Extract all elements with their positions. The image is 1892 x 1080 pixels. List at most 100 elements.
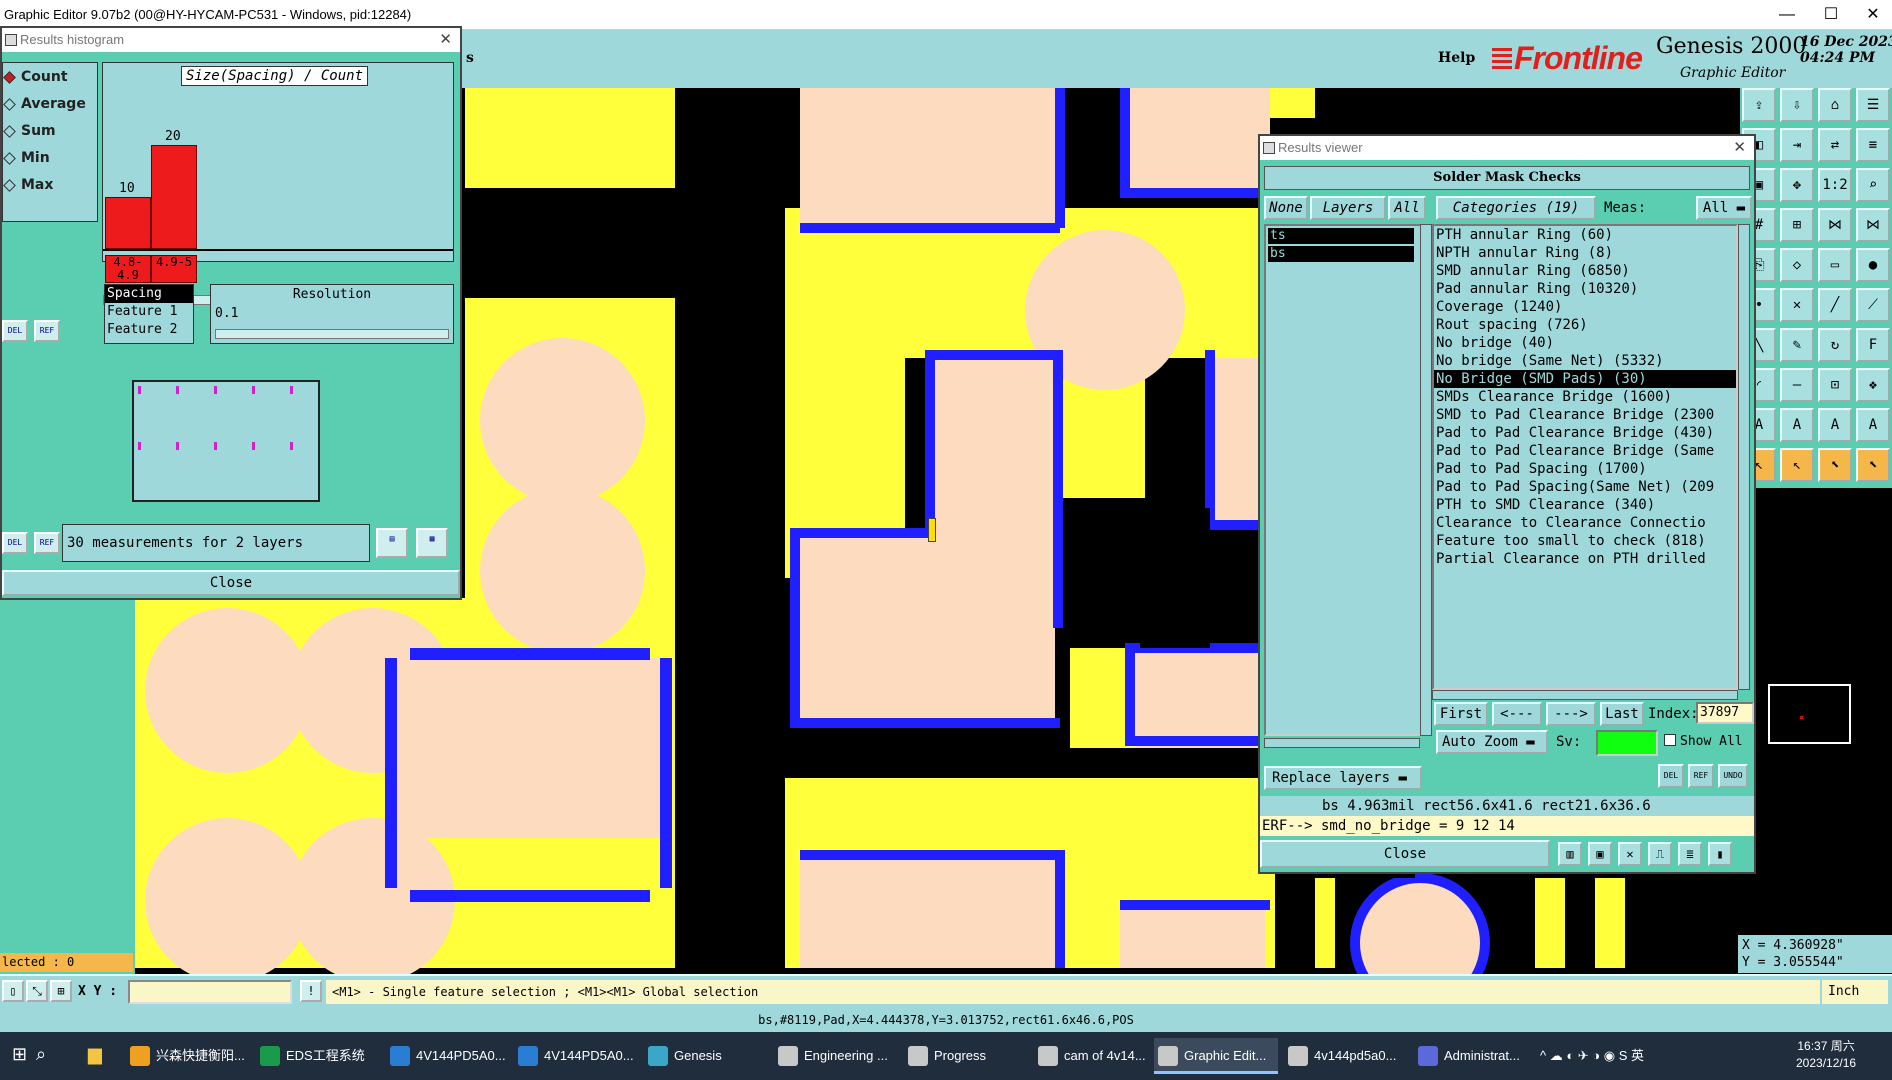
search-icon[interactable]: ⌕ xyxy=(36,1044,46,1065)
tool-snap-icon[interactable]: ⊞ xyxy=(1780,208,1814,242)
tool-pick-icon[interactable]: ⬉ xyxy=(1818,448,1852,482)
layer-item[interactable]: ts xyxy=(1268,228,1414,244)
categories-button[interactable]: Categories (19) xyxy=(1436,196,1596,220)
measure-item[interactable]: Spacing xyxy=(105,285,193,303)
tool-font-icon[interactable]: F xyxy=(1856,328,1890,362)
tool-line-icon[interactable]: ╱ xyxy=(1818,288,1852,322)
autozoom-dropdown[interactable]: Auto Zoom ▬ xyxy=(1436,730,1548,754)
histogram-close-button[interactable]: Close xyxy=(2,570,460,596)
results-viewer-close-button[interactable]: Close xyxy=(1260,840,1550,868)
histogram-icon[interactable]: ▮ xyxy=(1708,842,1732,866)
unit-selector[interactable]: Inch xyxy=(1822,980,1888,1004)
index-field[interactable]: 37897 xyxy=(1696,702,1754,724)
category-item[interactable]: Pad to Pad Spacing (1700) xyxy=(1434,460,1736,478)
report-icon[interactable]: ≣ xyxy=(1678,842,1702,866)
tool-link-icon[interactable]: ⋈ xyxy=(1856,208,1890,242)
measure-item[interactable]: Feature 2 xyxy=(105,321,193,339)
severity-color-picker[interactable] xyxy=(1596,730,1658,756)
tool-minus-icon[interactable]: — xyxy=(1780,368,1814,402)
category-item[interactable]: PTH annular Ring (60) xyxy=(1434,226,1736,244)
category-item[interactable]: Pad to Pad Spacing(Same Net) (209 xyxy=(1434,478,1736,496)
prev-button[interactable]: <--- xyxy=(1492,702,1542,726)
layers-list[interactable]: ts bs xyxy=(1264,224,1422,736)
info-icon[interactable]: ! xyxy=(300,980,322,1002)
clock[interactable]: 16:37 周六 2023/12/16 xyxy=(1796,1038,1856,1072)
close-icon[interactable]: ✕ xyxy=(439,28,452,52)
tool-list-icon[interactable]: ☰ xyxy=(1856,88,1890,122)
tool-multi-select-icon[interactable]: ⬉ xyxy=(1856,448,1890,482)
tool-net-icon[interactable]: ⋈ xyxy=(1818,208,1852,242)
replace-layers-dropdown[interactable]: Replace layers ▬ xyxy=(1264,766,1422,790)
categories-scrollbar[interactable] xyxy=(1738,224,1750,690)
tool-sort-icon[interactable]: ≡ xyxy=(1856,128,1890,162)
category-item[interactable]: SMD to Pad Clearance Bridge (2300 xyxy=(1434,406,1736,424)
taskbar-item[interactable]: Graphic Edit... xyxy=(1154,1038,1278,1074)
maximize-button[interactable]: ☐ xyxy=(1814,3,1848,27)
minimap[interactable] xyxy=(1768,684,1851,744)
taskbar-item[interactable]: Progress xyxy=(904,1038,1028,1074)
layer-item[interactable]: bs xyxy=(1268,246,1414,262)
taskbar-item[interactable]: Administrat... xyxy=(1414,1038,1538,1074)
tool-cross-icon[interactable]: ✕ xyxy=(1780,288,1814,322)
rv-undo-button[interactable]: UNDO xyxy=(1718,764,1748,788)
show-all-checkbox[interactable] xyxy=(1664,734,1676,746)
category-item[interactable]: SMDs Clearance Bridge (1600) xyxy=(1434,388,1736,406)
resolution-slider[interactable] xyxy=(215,329,449,339)
last-button[interactable]: Last xyxy=(1600,702,1644,726)
tool-swap-icon[interactable]: ⇄ xyxy=(1818,128,1852,162)
tool-ruler-icon[interactable]: ▭ xyxy=(1818,248,1852,282)
chart-export-icon[interactable]: ▤ xyxy=(376,528,408,558)
next-button[interactable]: ---> xyxy=(1546,702,1596,726)
category-item[interactable]: Rout spacing (726) xyxy=(1434,316,1736,334)
zoom-icon[interactable]: ⤡ xyxy=(26,980,48,1002)
del-button[interactable]: DEL xyxy=(2,320,28,342)
taskbar-item[interactable]: 4V144PD5A0... xyxy=(514,1038,638,1074)
tool-text-a3-icon[interactable]: A xyxy=(1818,408,1852,442)
option-sum[interactable]: Sum xyxy=(3,123,56,139)
category-item[interactable]: Coverage (1240) xyxy=(1434,298,1736,316)
category-item[interactable]: SMD annular Ring (6850) xyxy=(1434,262,1736,280)
taskbar-item[interactable]: Engineering ... xyxy=(774,1038,898,1074)
tool-pen-icon[interactable]: ✎ xyxy=(1780,328,1814,362)
image-icon[interactable]: ▣ xyxy=(1588,842,1612,866)
tool-pointer-icon[interactable]: ↖ xyxy=(1780,448,1814,482)
measure-list[interactable]: Spacing Feature 1 Feature 2 xyxy=(104,284,194,344)
tool-text-a4-icon[interactable]: A xyxy=(1856,408,1890,442)
categories-list[interactable]: PTH annular Ring (60) NPTH annular Ring (… xyxy=(1432,224,1738,690)
tool-measure-icon[interactable]: ⊡ xyxy=(1818,368,1852,402)
taskbar-item[interactable]: EDS工程系统 xyxy=(256,1038,380,1074)
category-item[interactable]: Pad to Pad Clearance Bridge (430) xyxy=(1434,424,1736,442)
ref-button[interactable]: REF xyxy=(34,320,60,342)
tool-export-icon[interactable]: ⇪ xyxy=(1742,88,1776,122)
category-item[interactable]: Pad annular Ring (10320) xyxy=(1434,280,1736,298)
file-explorer-icon[interactable]: ▆ xyxy=(88,1044,102,1065)
layers-button[interactable]: Layers xyxy=(1310,196,1386,220)
option-average[interactable]: Average xyxy=(3,96,86,112)
category-item[interactable]: Feature too small to check (818) xyxy=(1434,532,1736,550)
chart-settings-icon[interactable]: ▦ xyxy=(416,528,448,558)
bar-chart-icon[interactable]: ▥ xyxy=(1558,842,1582,866)
measure-icon[interactable]: ⎍ xyxy=(1648,842,1672,866)
histogram-bar[interactable] xyxy=(151,145,197,249)
category-item[interactable]: No bridge (40) xyxy=(1434,334,1736,352)
close-icon[interactable]: ✕ xyxy=(1733,136,1746,160)
tool-scale-icon[interactable]: 1:2 xyxy=(1818,168,1852,202)
grid-icon[interactable]: ⊞ xyxy=(50,980,72,1002)
rv-del-button[interactable]: DEL xyxy=(1658,764,1684,788)
taskbar-item[interactable]: 兴森快捷衡阳... xyxy=(126,1038,250,1074)
select-icon[interactable]: ▯ xyxy=(2,980,24,1002)
categories-hscroll[interactable] xyxy=(1432,690,1738,700)
tool-center-icon[interactable]: ✥ xyxy=(1780,168,1814,202)
tool-move-icon[interactable]: ⇥ xyxy=(1780,128,1814,162)
layers-hscroll[interactable] xyxy=(1264,738,1420,748)
tool-shape-icon[interactable]: ◇ xyxy=(1780,248,1814,282)
option-max[interactable]: Max xyxy=(3,177,53,193)
windows-start-icon[interactable]: ⊞ xyxy=(12,1044,27,1065)
ref-button-2[interactable]: REF xyxy=(34,532,60,554)
menu-partial[interactable]: s xyxy=(466,50,474,66)
category-item[interactable]: NPTH annular Ring (8) xyxy=(1434,244,1736,262)
option-min[interactable]: Min xyxy=(3,150,50,166)
rv-ref-button[interactable]: REF xyxy=(1688,764,1714,788)
option-count[interactable]: Count xyxy=(3,69,68,85)
close-window-button[interactable]: ✕ xyxy=(1856,3,1890,27)
